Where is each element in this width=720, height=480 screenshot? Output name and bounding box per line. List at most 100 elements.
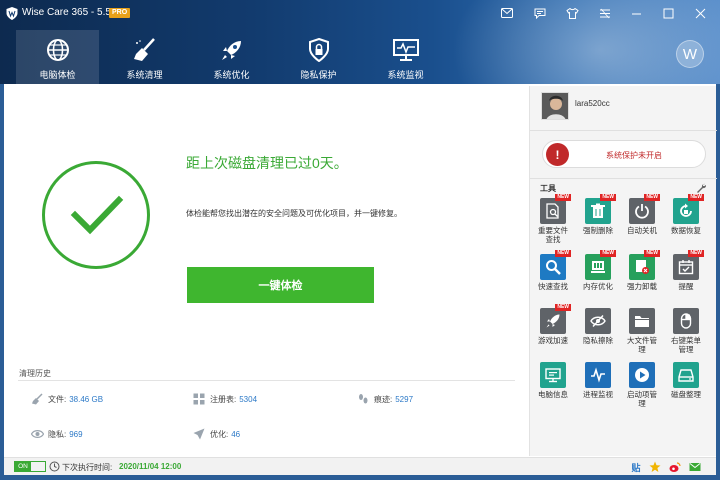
tool-auto-shutdown[interactable]: NEW 自动关机 [620, 194, 664, 235]
tool-startup-manager[interactable]: 启动项管理 [620, 362, 664, 408]
maximize-button[interactable] [660, 5, 676, 21]
tools-title: 工具 [540, 184, 556, 193]
tool-label: 重要文件 查找 [538, 226, 568, 244]
rocket-icon: NEW [540, 304, 571, 334]
tool-memory-optimizer[interactable]: NEW 内存优化 [576, 250, 620, 291]
wrench-icon[interactable] [696, 183, 706, 193]
share-icon[interactable] [689, 461, 701, 473]
one-click-checkup-button[interactable]: 一键体检 [187, 267, 374, 303]
app-title: Wise Care 365 - 5.5.9 [22, 7, 120, 18]
tool-context-menu[interactable]: 右键菜单 管理 [664, 308, 708, 354]
tool-privacy-eraser[interactable]: 隐私擦除 [576, 308, 620, 345]
tool-process-monitor[interactable]: 进程监视 [576, 362, 620, 399]
tab-label: 系统清理 [126, 70, 163, 80]
tool-reminder[interactable]: NEW 提醒 [664, 250, 708, 291]
mail-button[interactable] [499, 5, 515, 21]
eye-slash-icon [585, 308, 611, 334]
tab-label: 电脑体检 [39, 70, 76, 80]
stat-label: 痕迹: [374, 394, 393, 404]
tab-system-monitor[interactable]: 系统监视 [364, 30, 447, 84]
new-badge: NEW [688, 194, 704, 201]
tool-label: 提醒 [678, 282, 694, 291]
tool-game-booster[interactable]: NEW 游戏加速 [531, 304, 575, 345]
alert-shield-icon: ! [546, 143, 569, 166]
tool-data-recovery[interactable]: NEW 数据恢复 [664, 194, 708, 235]
account-avatar[interactable]: W [676, 40, 704, 68]
plane-icon [192, 428, 206, 440]
feedback-button[interactable] [532, 5, 548, 21]
rocket-icon [218, 38, 246, 62]
stat-registry: 注册表: 5304 [192, 393, 257, 405]
stat-value: 969 [69, 429, 83, 439]
tool-fast-search[interactable]: NEW 快速查找 [531, 250, 575, 291]
chat-icon [534, 8, 546, 19]
skin-button[interactable] [564, 5, 580, 21]
schedule-toggle[interactable]: ON [14, 461, 46, 472]
stat-label: 注册表: [210, 394, 237, 404]
new-badge: NEW [600, 250, 616, 257]
memory-icon: NEW [585, 250, 616, 280]
tab-label: 隐私保护 [300, 70, 337, 80]
new-badge: NEW [644, 194, 660, 201]
tool-pc-info[interactable]: 电脑信息 [531, 362, 575, 399]
tool-label: 电脑信息 [538, 390, 568, 399]
window-frame-right [716, 84, 720, 480]
tab-privacy-protector[interactable]: 隐私保护 [277, 30, 360, 84]
tool-label: 强力卸载 [627, 282, 657, 291]
tab-pc-checkup[interactable]: 电脑体检 [16, 30, 99, 84]
app-logo-icon [6, 7, 18, 20]
divider [530, 178, 717, 179]
user-avatar[interactable] [541, 92, 569, 120]
stat-files: 文件: 38.46 GB [30, 393, 103, 405]
tool-label: 自动关机 [627, 226, 657, 235]
close-button[interactable] [692, 5, 708, 21]
tab-system-cleaner[interactable]: 系统清理 [103, 30, 186, 84]
uninstall-icon: NEW [629, 250, 660, 280]
weibo-icon[interactable] [669, 461, 681, 473]
new-badge: NEW [555, 250, 571, 257]
stat-label: 文件: [48, 394, 67, 404]
tool-label: 右键菜单 管理 [671, 336, 701, 354]
checkup-description: 体检能帮您找出潜在的安全问题及可优化项目，并一键修复。 [186, 209, 402, 218]
new-badge: NEW [644, 250, 660, 257]
tool-label: 强制删除 [583, 226, 613, 235]
next-run-time: 2020/11/04 12:00 [119, 462, 182, 471]
star-icon[interactable] [649, 461, 661, 473]
main-nav: 电脑体检 系统清理 系统优化 隐私保护 系统监视 [16, 30, 451, 84]
toggle-state: ON [15, 462, 31, 471]
maximize-icon [663, 8, 673, 18]
tab-system-optimizer[interactable]: 系统优化 [190, 30, 273, 84]
tieba-icon[interactable]: 贴 [630, 461, 642, 473]
stat-privacy: 隐私: 969 [30, 428, 83, 440]
search-icon: NEW [540, 250, 571, 280]
disk-icon [673, 362, 699, 388]
checkup-panel: 距上次磁盘清理已过0天。 体检能帮您找出潜在的安全问题及可优化项目，并一键修复。… [4, 86, 528, 456]
tool-disk-defrag[interactable]: 磁盘整理 [664, 362, 708, 399]
tool-large-file-manager[interactable]: 大文件管理 [620, 308, 664, 354]
folder-icon [629, 308, 655, 334]
trash-icon: NEW [585, 194, 616, 224]
tool-label: 快速查找 [538, 282, 568, 291]
tab-label: 系统监视 [387, 70, 424, 80]
minimize-button[interactable] [628, 5, 644, 21]
shirt-icon [565, 7, 579, 19]
file-search-icon: NEW [540, 194, 571, 224]
protection-status-button[interactable]: ! 系统保护未开启 [542, 140, 706, 168]
tool-label: 启动项管理 [627, 390, 657, 408]
menu-icon [600, 8, 610, 18]
tool-label: 游戏加速 [538, 336, 568, 345]
user-photo-icon [542, 93, 568, 119]
tool-force-delete[interactable]: NEW 强制删除 [576, 194, 620, 235]
pro-badge: PRO [109, 8, 131, 18]
app-header: Wise Care 365 - 5.5.9 PRO 电脑体检 系统清理 系统优化… [0, 0, 720, 84]
eye-icon [30, 428, 44, 440]
side-panel: lara520cc ! 系统保护未开启 工具 NEW 重要文件 查找 NEW 强制… [529, 86, 717, 456]
username[interactable]: lara520cc [575, 99, 610, 108]
new-badge: NEW [600, 194, 616, 201]
tool-force-uninstall[interactable]: NEW 强力卸载 [620, 250, 664, 291]
status-ring [42, 161, 150, 269]
stat-optimize: 优化: 46 [192, 428, 240, 440]
settings-menu-button[interactable] [597, 5, 613, 21]
pulse-icon [585, 362, 611, 388]
tool-file-finder[interactable]: NEW 重要文件 查找 [531, 194, 575, 244]
